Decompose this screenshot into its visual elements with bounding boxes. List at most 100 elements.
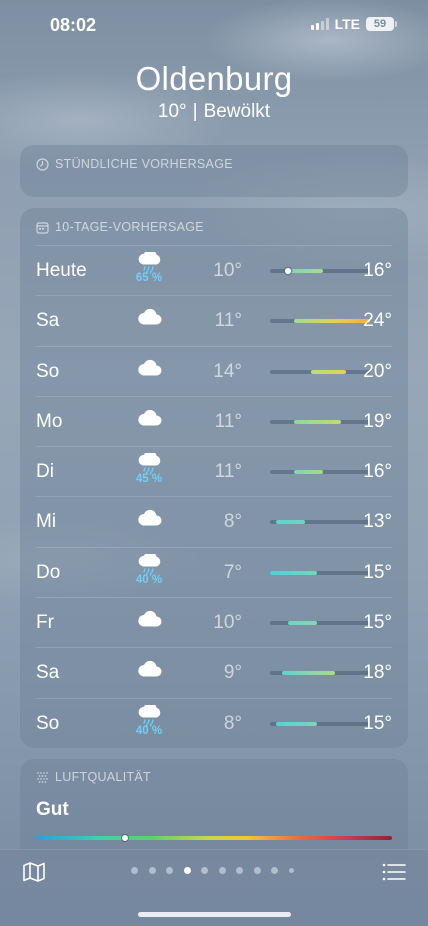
cloud-icon: [134, 308, 164, 346]
current-temperature: 10°: [157, 101, 187, 122]
location-list-button[interactable]: [382, 862, 406, 882]
low-temperature: 11°: [214, 461, 242, 483]
forecast-day: So: [36, 360, 60, 382]
cloud-icon: [134, 509, 164, 547]
map-icon: [23, 862, 45, 882]
high-temperature: 16°: [363, 260, 392, 281]
forecast-row: Fr 10° 15°: [36, 597, 392, 647]
temperature-range-bar: [270, 520, 370, 525]
page-dot[interactable]: [271, 867, 278, 874]
clock-icon: [36, 157, 49, 171]
calendar-icon: [36, 221, 49, 234]
page-dot[interactable]: [183, 867, 191, 874]
status-bar: 08:02 LTE 59: [0, 0, 428, 50]
temperature-range-fill: [275, 721, 318, 726]
forecast-list: Heute 65 % 10° 16° Sa 11° 24° So 14° 20° Mo 11° 19° D…: [20, 245, 408, 748]
low-temperature: 10°: [213, 260, 242, 281]
forecast-day: Fr: [36, 612, 54, 634]
temperature-range-fill: [311, 369, 347, 374]
temperature-range-bar: [270, 621, 370, 626]
high-temperature: 15°: [363, 712, 392, 734]
temperature-range-fill: [275, 520, 306, 525]
high-temperature: 20°: [363, 360, 392, 382]
forecast-row: Sa 9° 18°: [36, 647, 392, 697]
ten-day-forecast-title: 10-TAGE-VORHERSAGE: [55, 220, 204, 234]
air-quality-card[interactable]: LUFTQUALITÄT Gut: [20, 759, 408, 859]
forecast-day: Sa: [36, 310, 60, 332]
low-temperature: 11°: [214, 310, 242, 332]
temperature-range-bar: [270, 470, 370, 475]
page-dot[interactable]: [288, 868, 294, 873]
temperature-range-fill: [270, 570, 318, 575]
air-quality-marker: [122, 835, 128, 841]
temperature-range-fill: [281, 671, 335, 676]
page-dot[interactable]: [131, 867, 138, 874]
cloud-icon: [134, 660, 164, 698]
forecast-row: Di 45 % 11° 16°: [36, 446, 392, 496]
forecast-row: Do 40 % 7° 15°: [36, 546, 392, 597]
air-quality-title: LUFTQUALITÄT: [55, 770, 151, 784]
temperature-range-fill: [293, 319, 370, 324]
page-dot[interactable]: [236, 867, 243, 874]
temperature-range-bar: [270, 721, 370, 726]
high-temperature: 13°: [363, 511, 392, 533]
low-temperature: 7°: [223, 561, 242, 583]
forecast-day: Do: [36, 561, 61, 583]
high-temperature: 16°: [363, 461, 392, 483]
summary-separator: |: [192, 101, 198, 122]
low-temperature: 14°: [213, 360, 242, 382]
forecast-day: Sa: [36, 662, 60, 684]
low-temperature: 10°: [213, 612, 242, 634]
list-icon: [382, 863, 406, 881]
cloud-icon: [134, 359, 164, 397]
forecast-day: Mi: [36, 511, 57, 533]
cloud-rain-icon: 65 %: [134, 252, 164, 290]
page-dot[interactable]: [218, 867, 226, 874]
cloud-icon: [134, 409, 164, 447]
forecast-row: Sa 11° 24°: [36, 295, 392, 345]
high-temperature: 19°: [363, 410, 392, 432]
city-name: Oldenburg: [135, 60, 293, 97]
temperature-range-bar: [270, 268, 370, 274]
forecast-row: So 14° 20°: [36, 345, 392, 397]
forecast-row: Mi 8° 13°: [36, 496, 392, 546]
hourly-forecast-title: STÜNDLICHE VORHERSAGE: [55, 157, 233, 171]
temperature-range-fill: [293, 470, 323, 475]
high-temperature: 15°: [363, 612, 392, 634]
page-dot[interactable]: [166, 867, 173, 874]
temperature-range-bar: [270, 369, 370, 374]
air-quality-icon: [37, 771, 48, 783]
cloud-rain-icon: 40 %: [134, 553, 164, 592]
precipitation-chance: 40 %: [135, 724, 163, 737]
cellular-signal-icon: [310, 18, 329, 30]
low-temperature: 8°: [223, 712, 242, 734]
network-type: LTE: [334, 16, 360, 32]
high-temperature: 18°: [363, 662, 392, 684]
low-temperature: 9°: [223, 662, 242, 684]
page-dot[interactable]: [148, 867, 156, 874]
ten-day-forecast-card[interactable]: 10-TAGE-VORHERSAGE Heute 65 % 10° 16° Sa 11° 2…: [20, 208, 408, 748]
status-time: 08:02: [50, 15, 97, 35]
cloud-icon: [134, 610, 164, 648]
forecast-day: Mo: [36, 410, 63, 432]
map-button[interactable]: [22, 860, 46, 884]
temperature-range-bar: [270, 570, 370, 575]
forecast-row: So 40 % 8° 15°: [36, 697, 392, 748]
page-dot[interactable]: [253, 867, 261, 874]
page-dot[interactable]: [201, 867, 208, 874]
temperature-range-fill: [287, 269, 323, 273]
forecast-row: Mo 11° 19°: [36, 395, 392, 447]
air-quality-status: Gut: [36, 799, 69, 820]
low-temperature: 11°: [214, 410, 242, 432]
battery-icon: 59: [366, 17, 397, 31]
current-condition: Bewölkt: [203, 101, 271, 122]
hourly-forecast-card[interactable]: STÜNDLICHE VORHERSAGE: [20, 145, 408, 197]
page-indicator[interactable]: [131, 867, 294, 874]
cloud-rain-icon: 45 %: [134, 453, 164, 491]
temperature-range-bar: [270, 319, 370, 324]
temperature-range-bar: [270, 419, 370, 424]
status-indicators: LTE 59: [310, 16, 397, 32]
home-indicator[interactable]: [138, 912, 291, 917]
current-summary: 10° | Bewölkt: [0, 101, 428, 123]
low-temperature: 8°: [223, 511, 242, 533]
